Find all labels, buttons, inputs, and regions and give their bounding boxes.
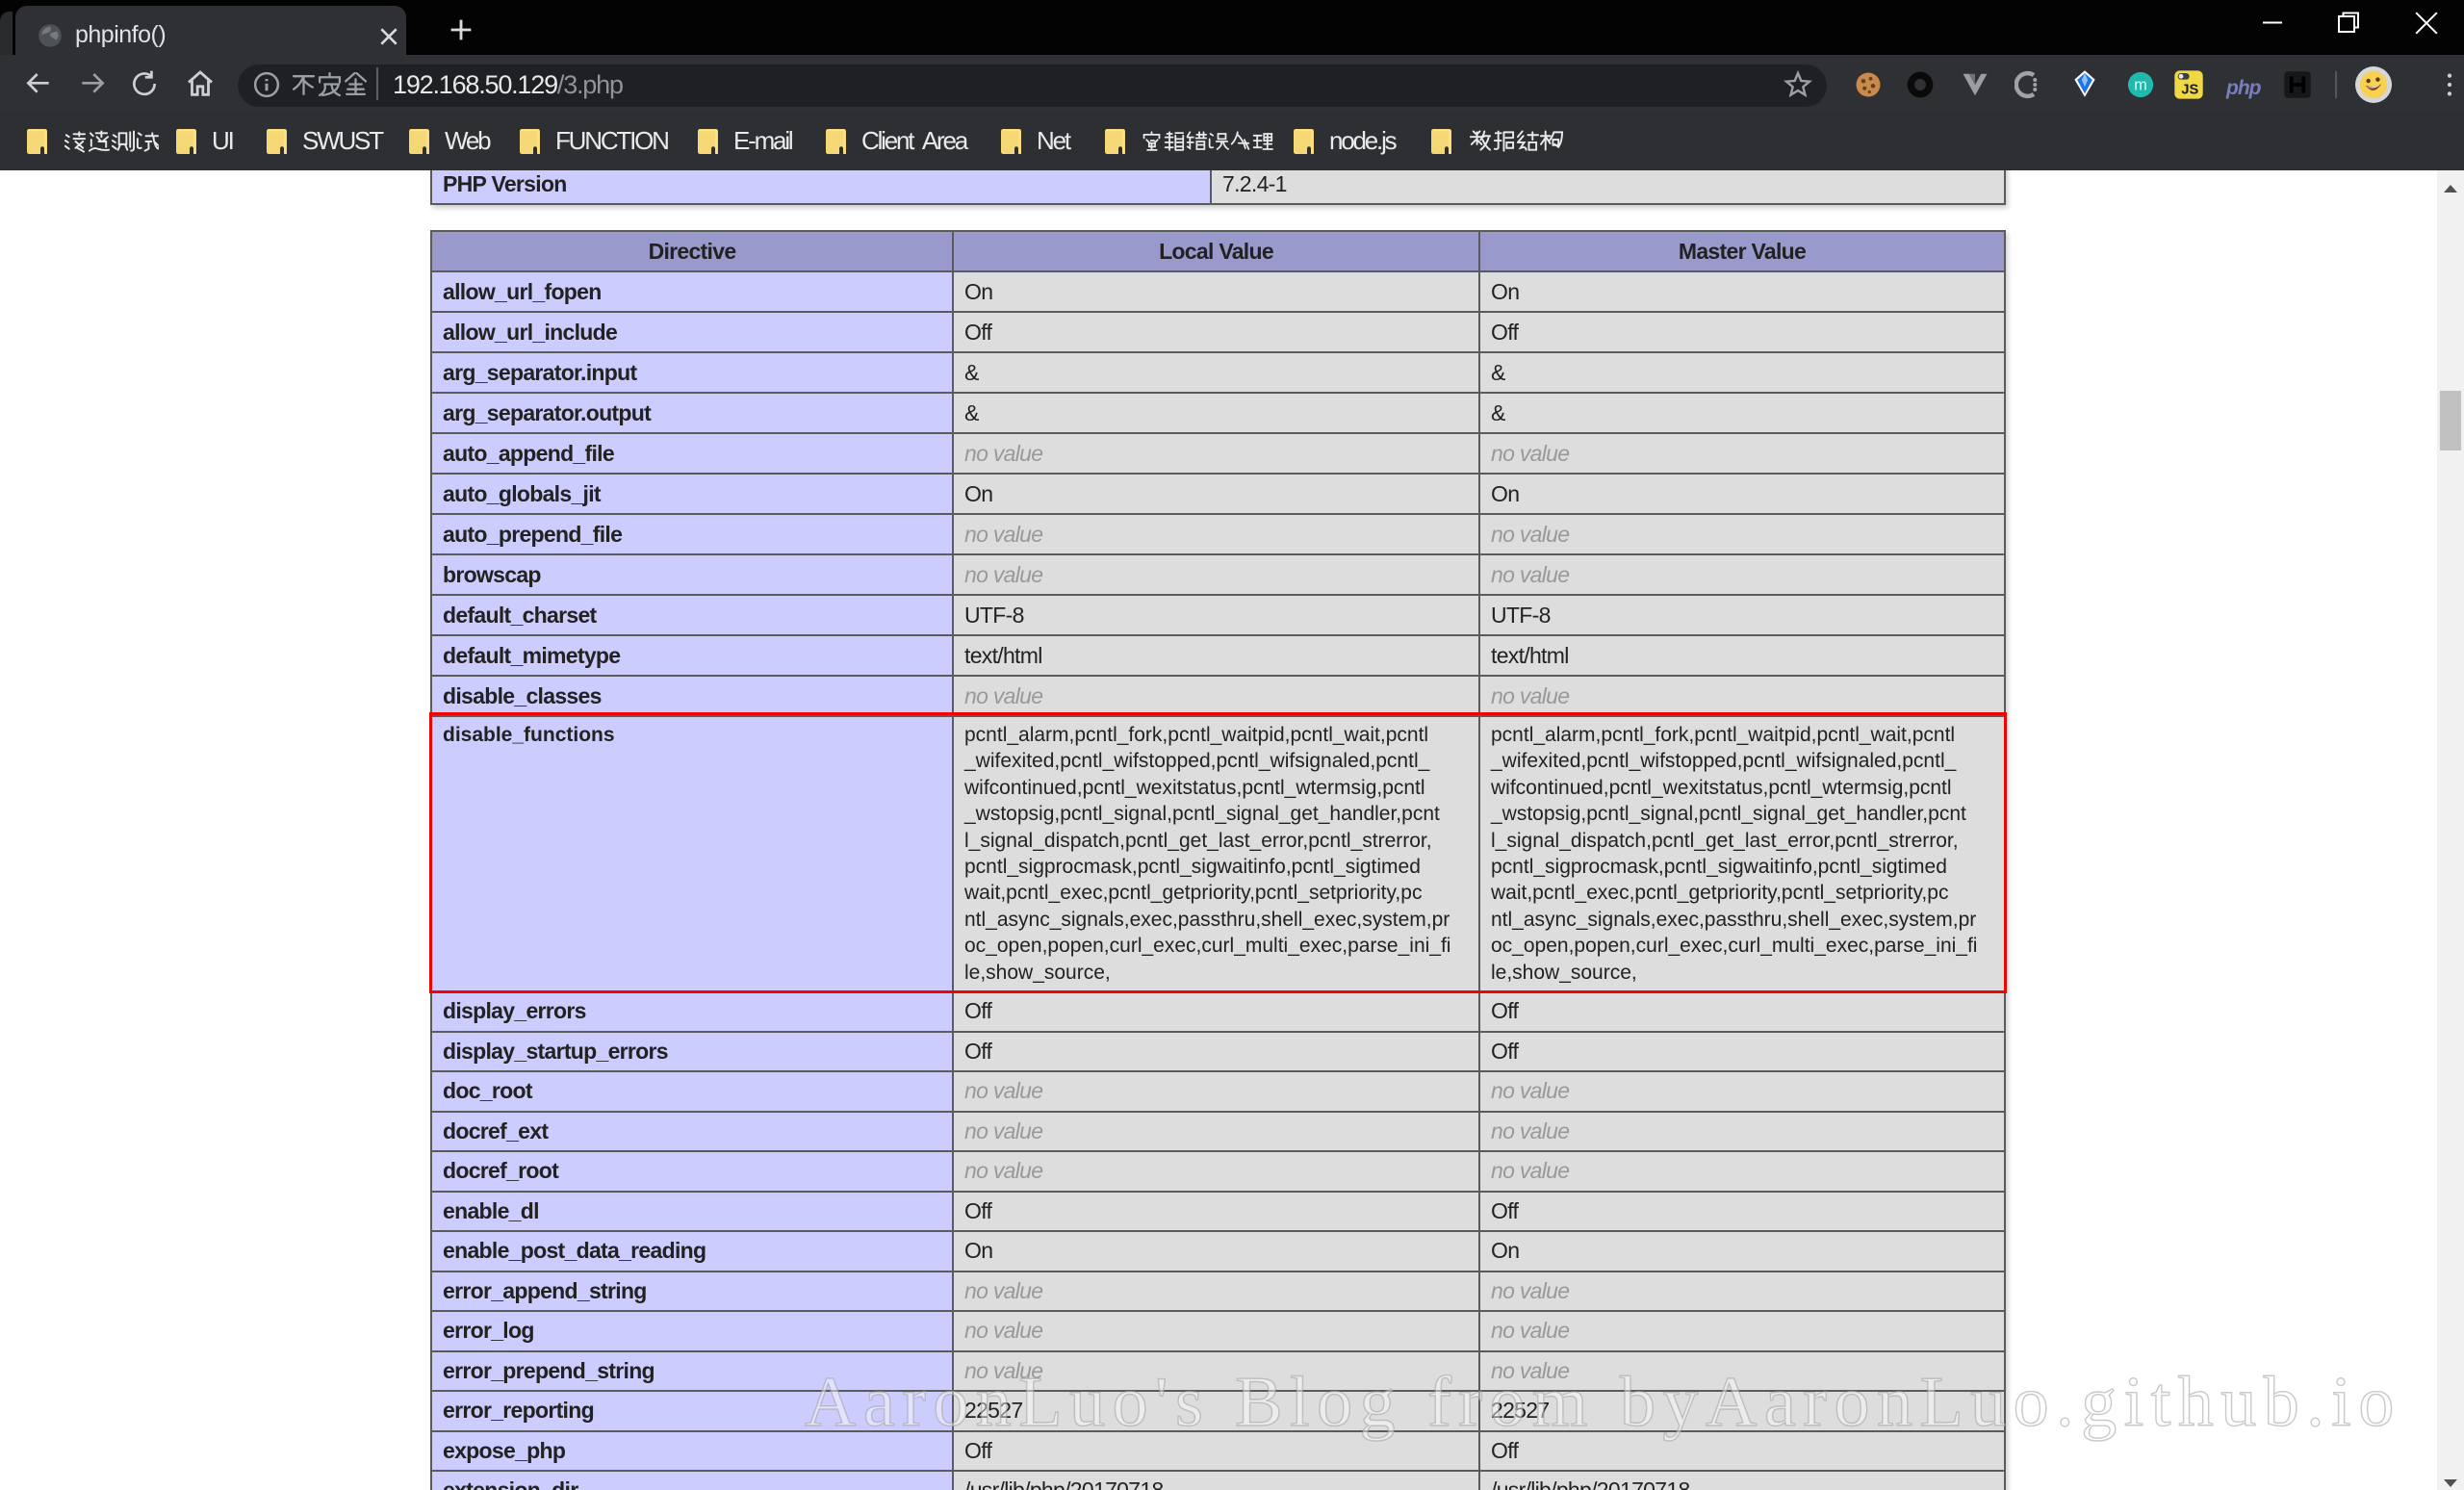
svg-text:JS: JS [2181,82,2198,97]
svg-text:m: m [2134,77,2147,94]
